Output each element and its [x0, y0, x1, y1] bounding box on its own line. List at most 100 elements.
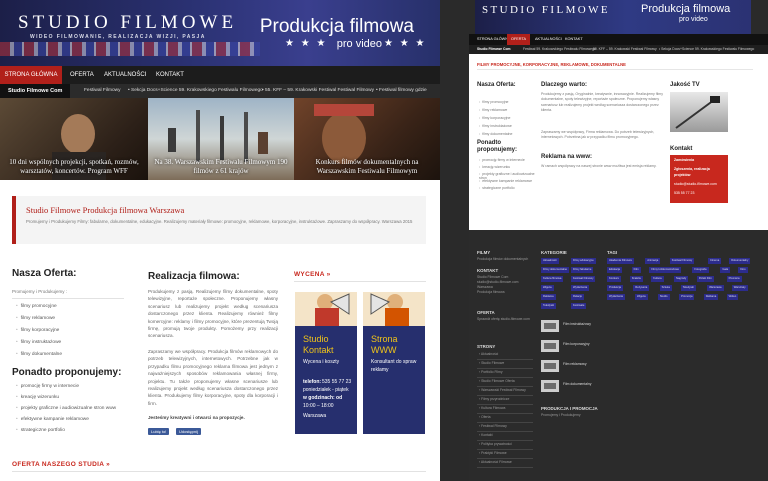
video-title[interactable]: Film reklamowy: [563, 362, 587, 367]
slide-1[interactable]: 10 dni wspólnych projekcji, spotkań, roz…: [0, 98, 148, 180]
tag-link[interactable]: Filmy krótkometrażowe: [649, 267, 682, 273]
tag-link[interactable]: Warsztaty: [731, 285, 748, 291]
nav-aktualnosci[interactable]: AKTUALNOŚCI: [104, 66, 146, 84]
ticker-item[interactable]: • Sekcja Docs+Science 59. Krakowskiego F…: [659, 45, 754, 54]
category-tag[interactable]: Festiwal Filmowy: [571, 276, 596, 282]
tag-link[interactable]: Animacja: [645, 258, 661, 264]
ponadto-item[interactable]: promocję firmy w internecie: [16, 384, 79, 389]
video-title[interactable]: Film korporacyjny: [563, 342, 590, 347]
category-tag[interactable]: Filmy dokumentalne: [541, 267, 570, 273]
tag-link[interactable]: Festiwal Filmowy: [669, 258, 695, 264]
ticker-item[interactable]: • 55. KFF – 59. Krakowski Festiwal Festi…: [262, 84, 374, 98]
nav-home[interactable]: STRONA GŁÓWNA: [477, 34, 511, 45]
contact-card[interactable]: Studio Kontakt Wycena i koszty telefon: …: [295, 292, 357, 434]
ticker-item[interactable]: Festiwal 59. Krakowskiego Festiwalu Film…: [523, 45, 596, 54]
tag-link[interactable]: Premiera: [726, 276, 742, 282]
footer-page-link[interactable]: › Studio Filmowe Oferta: [479, 379, 515, 384]
tag-link[interactable]: Warszawa: [707, 285, 724, 291]
tag-link[interactable]: Wideo: [726, 294, 739, 300]
tag-link[interactable]: Wydarzenie: [607, 294, 626, 300]
video-thumbnail[interactable]: [541, 340, 559, 352]
nav-home[interactable]: STRONA GŁÓWNA: [0, 66, 62, 84]
tag-link[interactable]: Promocja: [679, 294, 695, 300]
tag-link[interactable]: Film: [631, 267, 641, 273]
tag-link[interactable]: Studio: [657, 294, 670, 300]
footer-page-link[interactable]: › Polityka prywatności: [479, 442, 512, 447]
ticker-item[interactable]: Festiwal Filmowy: [84, 84, 121, 98]
video-thumbnail[interactable]: [541, 320, 559, 332]
footer-page-link[interactable]: › Filmy przyrodnicze: [479, 397, 509, 402]
category-tag[interactable]: Relacje: [571, 294, 584, 300]
footer-page-link[interactable]: › Praktyki Filmowe: [479, 451, 507, 456]
site-logo[interactable]: STUDIO FILMOWE: [18, 12, 237, 34]
ticker-item[interactable]: 59. KFF – 59. Krakowski Festiwal Filmowy: [593, 45, 657, 54]
slide-2[interactable]: Na 38. Warszawskim Festiwalu Filmowym 19…: [148, 98, 294, 180]
ticker-item[interactable]: • Festiwal filmowy gdzie: [376, 84, 427, 98]
oferta-item[interactable]: filmy instruktażowe: [16, 340, 62, 345]
ponadto-item[interactable]: kreację wizerunku: [16, 395, 59, 400]
footer-page-link[interactable]: › Kultura Filmowa: [479, 406, 505, 411]
category-tag[interactable]: Reklama: [541, 294, 556, 300]
slide-3[interactable]: Konkurs filmów dokumentalnych na Warszaw…: [294, 98, 440, 180]
oferta-item[interactable]: filmy reklamowe: [16, 316, 55, 321]
ponadto-item[interactable]: efektywne kampanie reklamowe: [479, 179, 532, 183]
video-title[interactable]: Film dokumentalny: [563, 382, 591, 387]
oferta-item[interactable]: filmy dokumentalne: [16, 352, 62, 357]
phone-number[interactable]: 535 55 77 23: [322, 378, 351, 386]
category-tag[interactable]: Filmy edukacyjne: [571, 258, 596, 264]
tag-link[interactable]: Akademia Filmowa: [607, 258, 634, 264]
ponadto-item[interactable]: projekty graficzne i audiowizualne stron…: [16, 406, 116, 411]
site-logo[interactable]: STUDIO FILMOWE: [482, 4, 610, 16]
category-tag[interactable]: Teledyski: [541, 303, 557, 309]
tag-link[interactable]: Reklama: [703, 294, 719, 300]
facebook-like-button[interactable]: Lubię to!: [148, 428, 170, 435]
category-tag[interactable]: Kultura filmowa: [541, 276, 564, 282]
tag-link[interactable]: Nagrody: [674, 276, 689, 282]
oferta-item[interactable]: filmy promocyjne: [479, 100, 508, 104]
video-title[interactable]: Film instruktażowy: [563, 322, 591, 327]
category-tag[interactable]: Wydarzenia: [571, 285, 590, 291]
category-tag[interactable]: Filmy fabularne: [571, 267, 594, 273]
oferta-item[interactable]: filmy korporacyjne: [479, 116, 510, 120]
nav-oferta[interactable]: OFERTA: [507, 34, 531, 45]
tag-link[interactable]: Zdjęcia: [635, 294, 648, 300]
oferta-item[interactable]: filmy promocyjne: [16, 304, 57, 309]
footer-page-link[interactable]: › Festiwal Filmowy: [479, 424, 507, 429]
tag-link[interactable]: Polski Film: [696, 276, 714, 282]
kontakt-box[interactable]: Zamówienia Zgłoszenia, realizacja projek…: [670, 155, 728, 203]
nav-kontakt[interactable]: KONTAKT: [156, 66, 184, 84]
tag-link[interactable]: Teledyski: [680, 285, 696, 291]
facebook-share-button[interactable]: Udostępnij: [176, 428, 201, 435]
tag-link[interactable]: Gala: [720, 267, 731, 273]
oferta-item[interactable]: filmy instruktażowe: [479, 124, 512, 128]
tag-link[interactable]: Kraków: [629, 276, 643, 282]
nav-aktualnosci[interactable]: AKTUALNOŚCI: [535, 34, 562, 45]
ponadto-item[interactable]: promocję firmy w internecie: [479, 158, 525, 162]
footer-page-link[interactable]: › Aktualności: [479, 352, 498, 357]
footer-page-link[interactable]: › Studio Filmowe: [479, 361, 504, 366]
kontakt-email[interactable]: studio@studio-filmowe.com: [674, 182, 717, 187]
footer-page-link[interactable]: › Aktualności Filmowe: [479, 460, 512, 465]
tag-link[interactable]: Kultura: [651, 276, 664, 282]
kontakt-phone[interactable]: 535 55 77 23: [674, 191, 694, 196]
category-tag[interactable]: Aktualności: [541, 258, 559, 264]
oferta-item[interactable]: filmy reklamowe: [479, 108, 507, 112]
footer-page-link[interactable]: › Warszawski Festiwal Filmowy: [479, 388, 526, 393]
tag-link[interactable]: Cinema: [708, 258, 722, 264]
ponadto-item[interactable]: kreację wizerunku: [479, 165, 510, 169]
footer-page-link[interactable]: › Oferta: [479, 415, 491, 420]
tag-link[interactable]: Konkurs: [607, 276, 621, 282]
video-thumbnail[interactable]: [541, 380, 559, 392]
ponadto-item[interactable]: efektywne kampanie reklamowe: [16, 417, 89, 422]
tag-link[interactable]: Produkcja: [607, 285, 623, 291]
tag-link[interactable]: Kino: [738, 267, 748, 273]
oferta-item[interactable]: filmy korporacyjne: [16, 328, 60, 333]
footer-page-link[interactable]: › Portfolio Filmy: [479, 370, 503, 375]
nav-kontakt[interactable]: KONTAKT: [565, 34, 583, 45]
ponadto-item[interactable]: strategiczne portfolio: [16, 428, 65, 433]
footer-text[interactable]: Sprawdź ofertę studio-filmowe.com: [477, 317, 530, 322]
nav-oferta[interactable]: OFERTA: [70, 66, 94, 84]
ponadto-item[interactable]: strategiczne portfolio: [479, 186, 514, 190]
tag-link[interactable]: Sztuka: [659, 285, 672, 291]
category-tag[interactable]: Festiwale: [571, 303, 587, 309]
